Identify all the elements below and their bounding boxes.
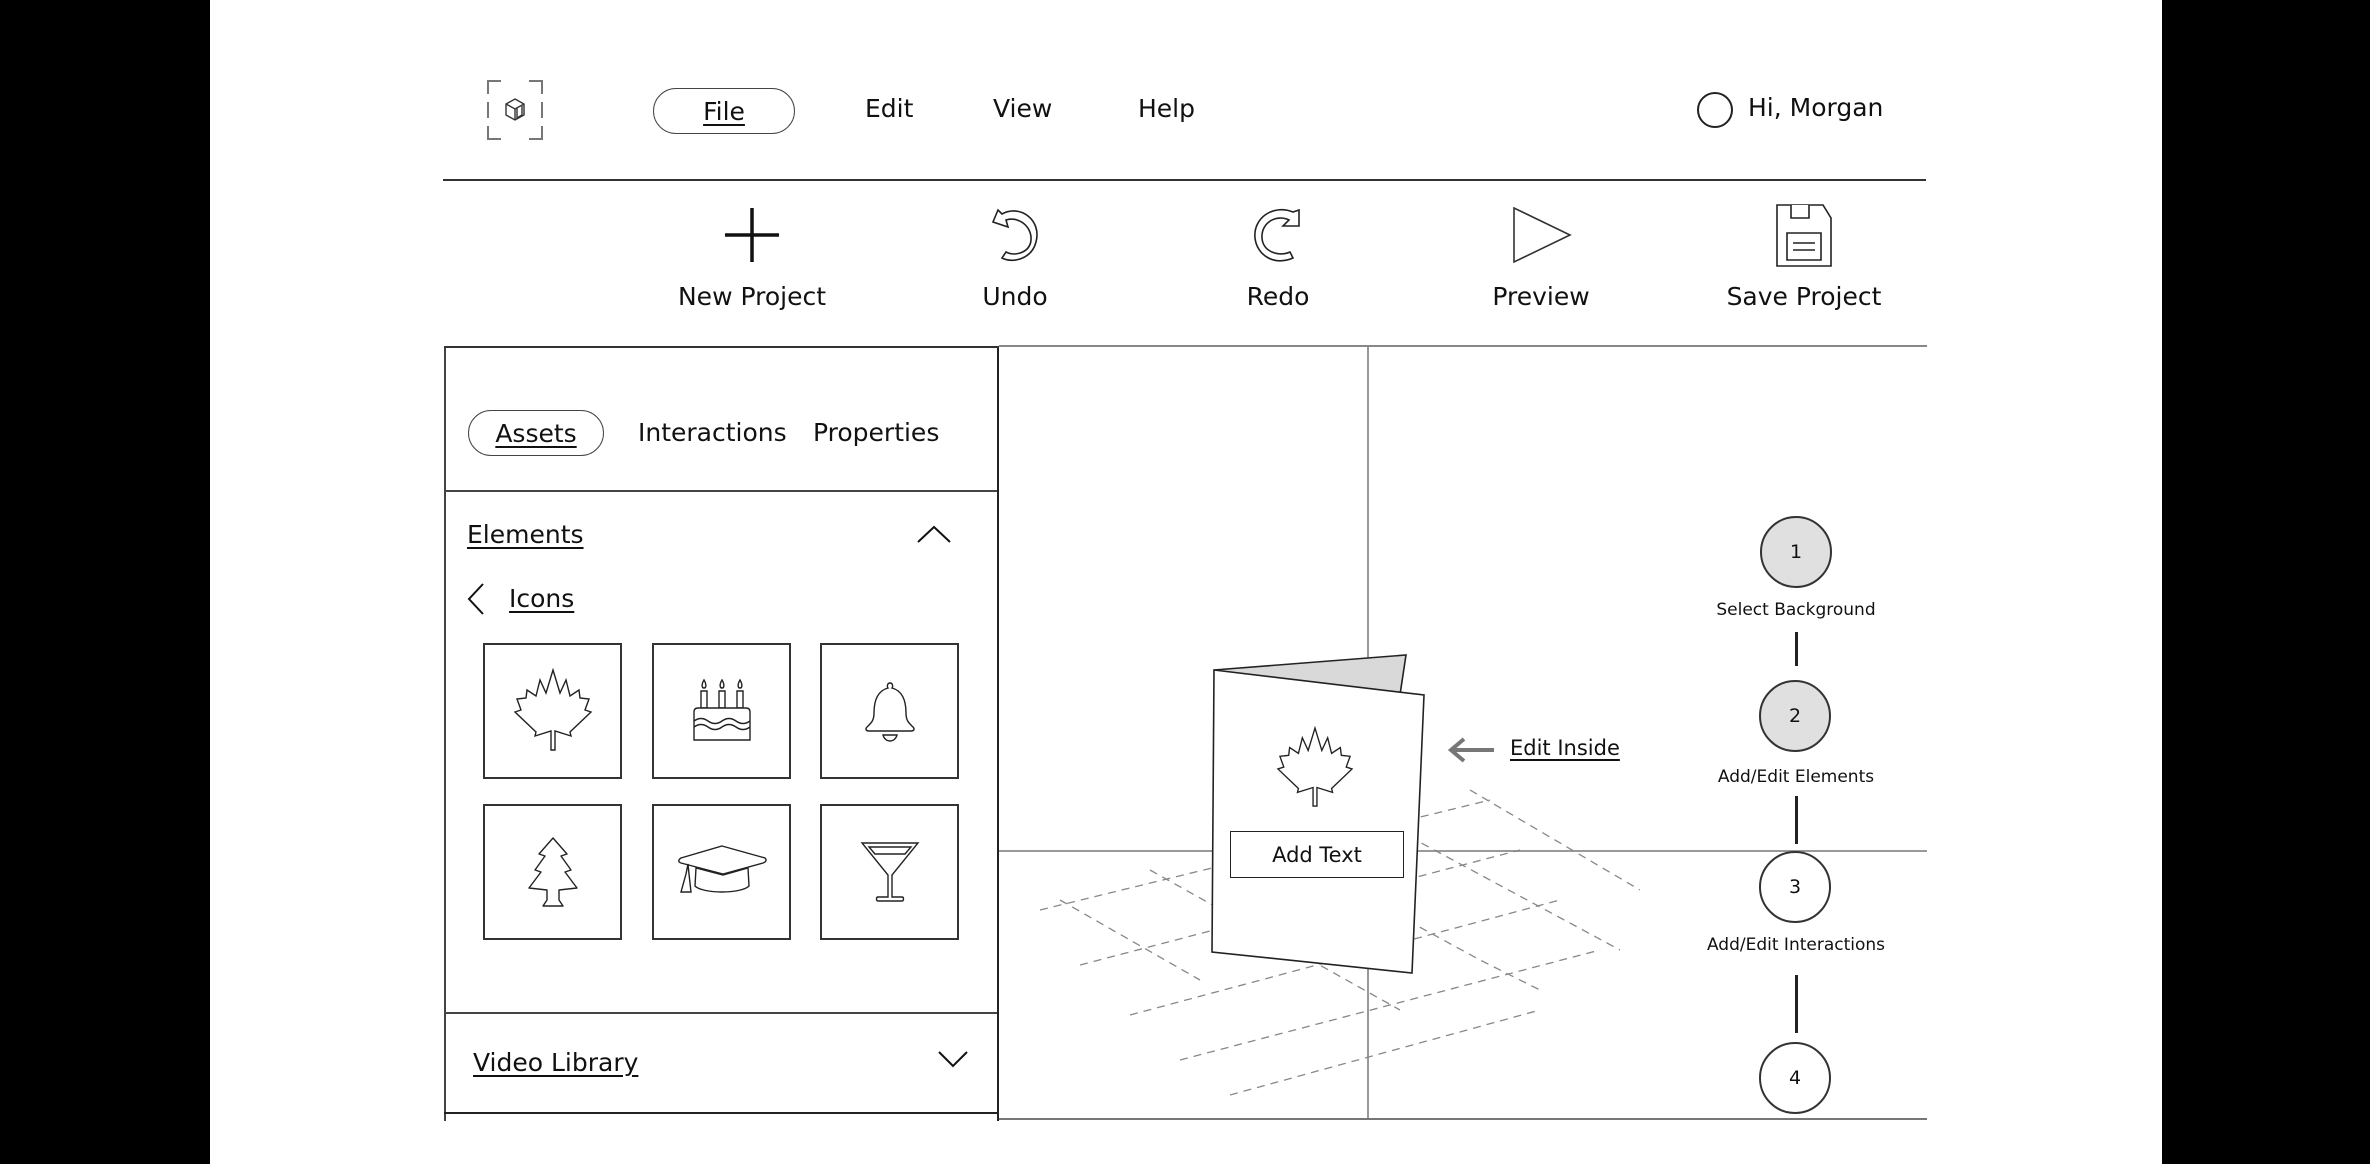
step-connector	[1795, 632, 1798, 666]
undo-label: Undo	[982, 282, 1048, 311]
icon-tile-graduation-cap[interactable]	[652, 804, 791, 940]
menu-edit[interactable]: Edit	[865, 94, 913, 123]
step-3-number: 3	[1788, 876, 1802, 898]
save-project-button[interactable]: Save Project	[1704, 200, 1904, 320]
step-connector	[1795, 796, 1798, 844]
canvas-top-border	[999, 345, 1927, 347]
plus-icon	[725, 208, 779, 262]
chevron-up-icon[interactable]	[916, 524, 952, 544]
graduation-cap-icon	[677, 845, 767, 893]
chevron-down-icon[interactable]	[937, 1050, 969, 1068]
app-page: File Edit View Help Hi, Morgan New Proje…	[210, 0, 2162, 1164]
header-divider	[443, 179, 1926, 181]
pine-tree-icon	[527, 837, 578, 907]
step-2-label: Add/Edit Elements	[1717, 767, 1875, 787]
step-4-number: 4	[1788, 1067, 1802, 1089]
user-greeting[interactable]: Hi, Morgan	[1748, 93, 1883, 122]
floppy-disk-icon	[1776, 204, 1832, 267]
panel-top-border	[444, 346, 999, 348]
tab-interactions[interactable]: Interactions	[638, 418, 787, 447]
add-text-box[interactable]: Add Text	[1230, 831, 1404, 878]
video-library-header[interactable]: Video Library	[473, 1048, 638, 1077]
menu-file-label: File	[703, 96, 745, 126]
cocktail-glass-icon	[860, 842, 919, 902]
icon-tile-maple-leaf[interactable]	[483, 643, 622, 779]
elements-section-header[interactable]: Elements	[467, 520, 584, 549]
chevron-left-icon[interactable]	[465, 582, 487, 616]
icon-tile-pine-tree[interactable]	[483, 804, 622, 940]
preview-button[interactable]: Preview	[1441, 200, 1641, 320]
save-project-label: Save Project	[1726, 282, 1882, 311]
new-project-button[interactable]: New Project	[652, 200, 852, 320]
add-text-label: Add Text	[1272, 842, 1362, 867]
tab-assets[interactable]: Assets	[468, 410, 604, 456]
redo-label: Redo	[1246, 282, 1310, 311]
canvas-bottom-border	[999, 1118, 1927, 1120]
avatar[interactable]	[1697, 92, 1733, 128]
menu-file[interactable]: File	[653, 88, 795, 134]
tab-assets-label: Assets	[495, 418, 577, 448]
icon-tile-bell[interactable]	[820, 643, 959, 779]
step-connector	[1795, 975, 1798, 1033]
arrow-left-icon	[1447, 737, 1494, 763]
step-1-number: 1	[1789, 541, 1803, 563]
new-project-label: New Project	[677, 282, 826, 311]
step-2[interactable]: 2	[1759, 680, 1831, 752]
video-library-divider	[444, 1012, 997, 1014]
step-3-label: Add/Edit Interactions	[1706, 935, 1886, 955]
step-2-number: 2	[1788, 705, 1802, 727]
undo-button[interactable]: Undo	[915, 200, 1115, 320]
icons-back-link[interactable]: Icons	[509, 584, 574, 613]
step-4[interactable]: 4	[1759, 1042, 1831, 1114]
step-1[interactable]: 1	[1760, 516, 1832, 588]
menu-help[interactable]: Help	[1138, 94, 1195, 123]
greeting-card[interactable]	[1210, 650, 1450, 980]
card-maple-leaf-icon[interactable]	[1276, 726, 1354, 810]
play-icon	[1513, 206, 1572, 264]
bell-icon	[864, 682, 915, 742]
step-3[interactable]: 3	[1759, 851, 1831, 923]
menu-view[interactable]: View	[993, 94, 1052, 123]
preview-label: Preview	[1492, 282, 1590, 311]
cube-icon	[487, 80, 543, 140]
undo-icon	[991, 208, 1038, 262]
icon-tile-birthday-cake[interactable]	[652, 643, 791, 779]
icon-tile-cocktail-glass[interactable]	[820, 804, 959, 940]
app-logo[interactable]	[487, 80, 543, 140]
maple-leaf-icon	[513, 668, 592, 751]
tab-properties[interactable]: Properties	[813, 418, 939, 447]
redo-icon	[1254, 208, 1300, 262]
panel-bottom-border	[444, 1112, 997, 1114]
step-1-label: Select Background	[1716, 600, 1876, 620]
edit-inside-link[interactable]: Edit Inside	[1510, 736, 1620, 760]
redo-button[interactable]: Redo	[1178, 200, 1378, 320]
tabs-divider	[444, 490, 997, 492]
birthday-cake-icon	[692, 678, 751, 741]
